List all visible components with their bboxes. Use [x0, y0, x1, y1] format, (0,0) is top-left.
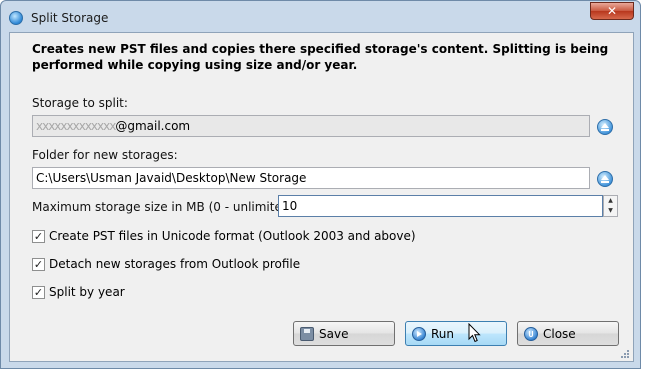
- checkmark-icon[interactable]: ✓: [32, 258, 45, 271]
- max-size-input[interactable]: 10: [278, 195, 603, 217]
- run-button[interactable]: Run: [405, 321, 507, 346]
- max-size-stepper[interactable]: 10 ▲ ▼: [278, 195, 618, 217]
- spin-down-icon[interactable]: ▼: [604, 206, 617, 216]
- window-title: Split Storage: [31, 11, 109, 25]
- masked-email: xxxxxxxxxxxxx: [36, 119, 116, 133]
- close-button[interactable]: Close: [517, 321, 619, 346]
- title-bar[interactable]: Split Storage ✕: [1, 1, 640, 33]
- eject-icon[interactable]: [597, 119, 613, 135]
- folder-input[interactable]: C:\Users\Usman Javaid\Desktop\New Storag…: [32, 167, 590, 189]
- storage-label: Storage to split:: [32, 96, 128, 110]
- unicode-checkbox-label: Create PST files in Unicode format (Outl…: [49, 229, 416, 243]
- mouse-cursor-icon: [468, 323, 481, 343]
- resize-grip-icon[interactable]: [620, 349, 630, 359]
- browse-folder-icon[interactable]: [597, 171, 613, 187]
- checkmark-icon[interactable]: ✓: [32, 286, 45, 299]
- detach-checkbox-label: Detach new storages from Outlook profile: [49, 257, 301, 271]
- checkmark-icon[interactable]: ✓: [32, 230, 45, 243]
- app-icon: [9, 11, 23, 25]
- floppy-disk-icon: [300, 327, 314, 341]
- email-domain: @gmail.com: [115, 119, 191, 133]
- power-icon: [524, 327, 538, 341]
- storage-field: xxxxxxxxxxxxx@gmail.com: [32, 115, 590, 137]
- play-icon: [412, 327, 426, 341]
- dialog-body: Creates new PST files and copies there s…: [9, 32, 634, 362]
- spin-buttons[interactable]: ▲ ▼: [603, 195, 618, 217]
- split-by-year-label: Split by year: [49, 285, 125, 299]
- save-button[interactable]: Save: [293, 321, 395, 346]
- description-text: Creates new PST files and copies there s…: [32, 42, 609, 72]
- split-storage-dialog: Split Storage ✕ Creates new PST files an…: [0, 0, 641, 369]
- window-close-button[interactable]: ✕: [590, 2, 634, 20]
- folder-label: Folder for new storages:: [32, 148, 178, 162]
- spin-up-icon[interactable]: ▲: [604, 196, 617, 206]
- max-size-label: Maximum storage size in MB (0 - unlimite…: [32, 200, 299, 214]
